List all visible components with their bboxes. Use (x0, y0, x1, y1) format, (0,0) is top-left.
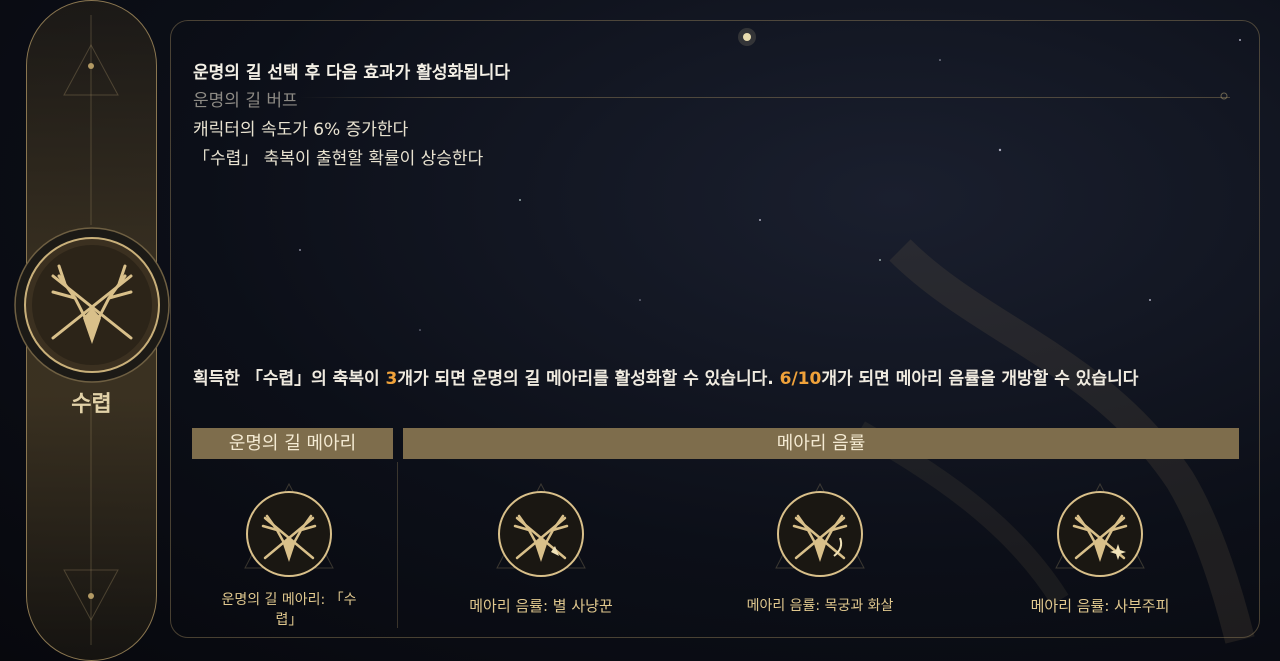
melody-item-bow-arrow[interactable]: 메아리 음률: 목궁과 화살 (730, 480, 910, 616)
echo-item[interactable]: 운명의 길 메아리: 「수렵」 (199, 480, 379, 630)
melody-item-star-hunter[interactable]: 메아리 음률: 별 사냥꾼 (451, 480, 631, 616)
melody-label: 메아리 음률: 목궁과 화살 (746, 598, 894, 614)
buff-title: 운명의 길 버프 (193, 91, 298, 111)
buff-line-speed: 캐릭터의 속도가 6% 증가한다 (193, 120, 409, 140)
melody-header: 메아리 음률 (403, 428, 1239, 459)
stag-emblem-icon (244, 482, 334, 577)
melody-label: 메아리 음률: 별 사냥꾼 (469, 597, 613, 615)
echo-header: 운명의 길 메아리 (192, 428, 393, 459)
effects-heading: 운명의 길 선택 후 다음 효과가 활성화됩니다 (193, 63, 511, 83)
stag-crossed-arrows-icon (14, 227, 170, 383)
melody-item-sabujupi[interactable]: 메아리 음률: 사부주피 (1010, 480, 1190, 616)
melody-label: 메아리 음률: 사부주피 (1030, 597, 1170, 615)
stag-sparkle-icon (1055, 482, 1145, 577)
required-count: 3 (385, 369, 398, 389)
pillar-title: 수렵 (71, 392, 112, 417)
buff-line-blessing: 「수렵」 축복이 출현할 확률이 상승한다 (193, 149, 484, 169)
stag-star-icon (496, 482, 586, 577)
stag-bow-icon (775, 482, 865, 577)
echo-item-label: 운명의 길 메아리: 「수렵」 (221, 592, 357, 628)
progress-count: 6/10 (779, 369, 822, 389)
divider (300, 97, 1230, 98)
section-divider (397, 462, 398, 628)
condition-text: 획득한 「수렵」의 축복이 3개가 되면 운명의 길 메아리를 활성화할 수 있… (193, 369, 1139, 389)
